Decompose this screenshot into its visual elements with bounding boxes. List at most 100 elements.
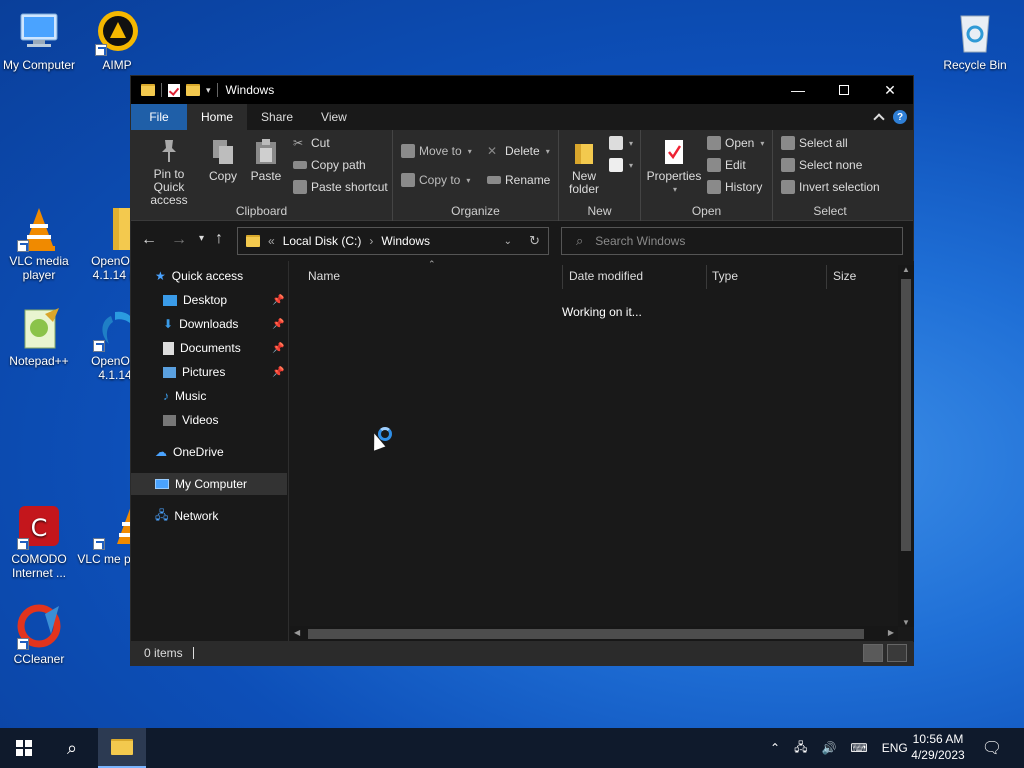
new-folder-icon[interactable]	[186, 84, 200, 96]
language-indicator[interactable]: ENG	[882, 741, 908, 755]
invert-selection-button[interactable]: Invert selection	[781, 180, 880, 194]
nav-onedrive[interactable]: ☁ OneDrive	[155, 441, 224, 463]
pin-icon[interactable]: 📌	[272, 367, 284, 378]
nav-videos[interactable]: Videos	[163, 409, 218, 431]
horizontal-scrollbar[interactable]: ◀ ▶	[290, 626, 898, 642]
pin-icon[interactable]: 📌	[272, 295, 284, 306]
nav-pictures[interactable]: Pictures 📌	[163, 361, 287, 383]
scroll-right-icon[interactable]: ▶	[888, 628, 894, 637]
new-item-button[interactable]: ▾	[609, 136, 633, 150]
edit-button[interactable]: Edit	[707, 158, 746, 172]
maximize-button[interactable]	[821, 76, 867, 104]
delete-button[interactable]: ✕ Delete ▾	[487, 144, 550, 158]
horizontal-scroll-thumb[interactable]	[308, 629, 864, 639]
forward-button[interactable]: →	[171, 231, 187, 249]
nav-network[interactable]: 🖧 Network	[155, 505, 218, 527]
history-button[interactable]: History	[707, 180, 762, 194]
scroll-up-icon[interactable]: ▲	[902, 265, 910, 274]
copy-button[interactable]: Copy	[203, 138, 243, 183]
open-button[interactable]: Open ▾	[707, 136, 764, 150]
desktop-icon-ccleaner[interactable]: CCleaner	[0, 604, 78, 666]
nav-music[interactable]: ♪ Music	[163, 385, 206, 407]
column-divider[interactable]	[562, 265, 563, 289]
rename-icon	[487, 176, 501, 184]
nav-documents[interactable]: Documents 📌	[163, 337, 287, 359]
desktop-icon-comodo[interactable]: C COMODO Internet ...	[0, 504, 78, 580]
help-icon[interactable]: ?	[893, 110, 907, 124]
nav-quick-access[interactable]: ★ Quick access	[155, 265, 243, 287]
up-button[interactable]: ↑	[215, 230, 223, 248]
column-divider[interactable]	[826, 265, 827, 289]
column-header-name[interactable]: Name	[308, 269, 340, 283]
nav-downloads[interactable]: ⬇ Downloads 📌	[163, 313, 287, 335]
tab-view[interactable]: View	[307, 104, 361, 130]
tab-file[interactable]: File	[131, 104, 187, 130]
pin-icon[interactable]: 📌	[272, 319, 284, 330]
properties-icon[interactable]	[168, 83, 180, 97]
search-input[interactable]: ⌕ Search Windows	[561, 227, 903, 255]
search-button[interactable]: ⌕	[48, 728, 96, 768]
pin-icon[interactable]: 📌	[272, 343, 284, 354]
clock[interactable]: 10:56 AM 4/29/2023	[905, 731, 971, 763]
details-view-button[interactable]	[863, 644, 883, 662]
taskbar-file-explorer[interactable]	[98, 728, 146, 768]
move-to-button[interactable]: Move to ▾	[401, 144, 472, 158]
properties-button[interactable]: Properties ▾	[645, 138, 703, 196]
open-icon	[707, 136, 721, 150]
breadcrumb-windows[interactable]: Windows	[381, 234, 430, 248]
rename-button[interactable]: Rename	[487, 173, 550, 187]
close-button[interactable]: ✕	[867, 76, 913, 104]
desktop-icon-vlc[interactable]: VLC media player	[0, 206, 78, 282]
desktop-icon-aimp[interactable]: AIMP	[78, 10, 156, 72]
address-dropdown-icon[interactable]: ⌄	[504, 236, 512, 247]
vertical-scrollbar[interactable]: ▲ ▼	[898, 265, 914, 627]
cut-button[interactable]: ✂ Cut	[293, 136, 330, 150]
desktop-icon-my-computer[interactable]: My Computer	[0, 10, 78, 72]
copy-to-button[interactable]: Copy to ▾	[401, 173, 470, 187]
start-button[interactable]	[0, 728, 48, 768]
column-header-size[interactable]: Size	[833, 269, 856, 283]
desktop-icon-label: AIMP	[102, 58, 132, 72]
volume-icon[interactable]: 🔊	[821, 741, 836, 755]
tab-share[interactable]: Share	[247, 104, 307, 130]
new-folder-button[interactable]: New folder	[563, 140, 605, 196]
collapse-ribbon-icon[interactable]	[873, 113, 885, 125]
refresh-icon[interactable]: ↻	[529, 233, 540, 249]
pane-divider[interactable]	[288, 261, 289, 642]
ribbon-group-organize: Move to ▾ Copy to ▾ ✕ Delete ▾ Rename Or…	[393, 130, 559, 221]
column-divider[interactable]	[706, 265, 707, 289]
column-header-date-modified[interactable]: Date modified	[569, 269, 643, 283]
scroll-down-icon[interactable]: ▼	[902, 618, 910, 627]
copy-to-label: Copy to	[419, 173, 461, 187]
easy-access-button[interactable]: ▾	[609, 158, 633, 172]
notifications-button[interactable]: 🗨	[978, 728, 1006, 768]
back-button[interactable]: ←	[141, 231, 157, 249]
nav-label: Videos	[182, 413, 219, 427]
breadcrumb-local-disk[interactable]: Local Disk (C:)	[283, 234, 362, 248]
breadcrumb-overflow[interactable]: «	[268, 234, 275, 248]
paste-button[interactable]: Paste	[245, 138, 287, 183]
address-bar[interactable]: « Local Disk (C:) › Windows ⌄ ↻	[237, 227, 549, 255]
select-none-button[interactable]: Select none	[781, 158, 862, 172]
chevron-up-icon[interactable]: ⌃	[770, 741, 780, 755]
picture-icon	[163, 366, 176, 378]
scroll-left-icon[interactable]: ◀	[294, 628, 300, 637]
desktop-icon-recycle-bin[interactable]: Recycle Bin	[936, 10, 1014, 72]
vertical-scroll-thumb[interactable]	[901, 279, 911, 551]
column-header-type[interactable]: Type	[712, 269, 738, 283]
select-all-button[interactable]: Select all	[781, 136, 848, 150]
keyboard-icon[interactable]: ⌨	[850, 741, 867, 755]
paste-shortcut-button[interactable]: Paste shortcut	[293, 180, 388, 194]
tab-home[interactable]: Home	[187, 104, 248, 130]
network-icon[interactable]: 🖧	[794, 738, 807, 759]
title-bar[interactable]: ▾ Windows — ✕	[131, 76, 913, 104]
minimize-button[interactable]: —	[775, 76, 821, 104]
desktop-icon-notepadpp[interactable]: Notepad++	[0, 306, 78, 368]
nav-desktop[interactable]: Desktop 📌	[163, 289, 287, 311]
copy-path-button[interactable]: Copy path	[293, 158, 366, 172]
large-icons-view-button[interactable]	[887, 644, 907, 662]
chevron-down-icon[interactable]: ▾	[206, 85, 211, 96]
nav-my-computer[interactable]: My Computer	[131, 473, 287, 495]
recent-locations-button[interactable]: ▾	[199, 233, 204, 244]
pin-to-quick-access-button[interactable]: Pin to Quick access	[137, 138, 201, 207]
